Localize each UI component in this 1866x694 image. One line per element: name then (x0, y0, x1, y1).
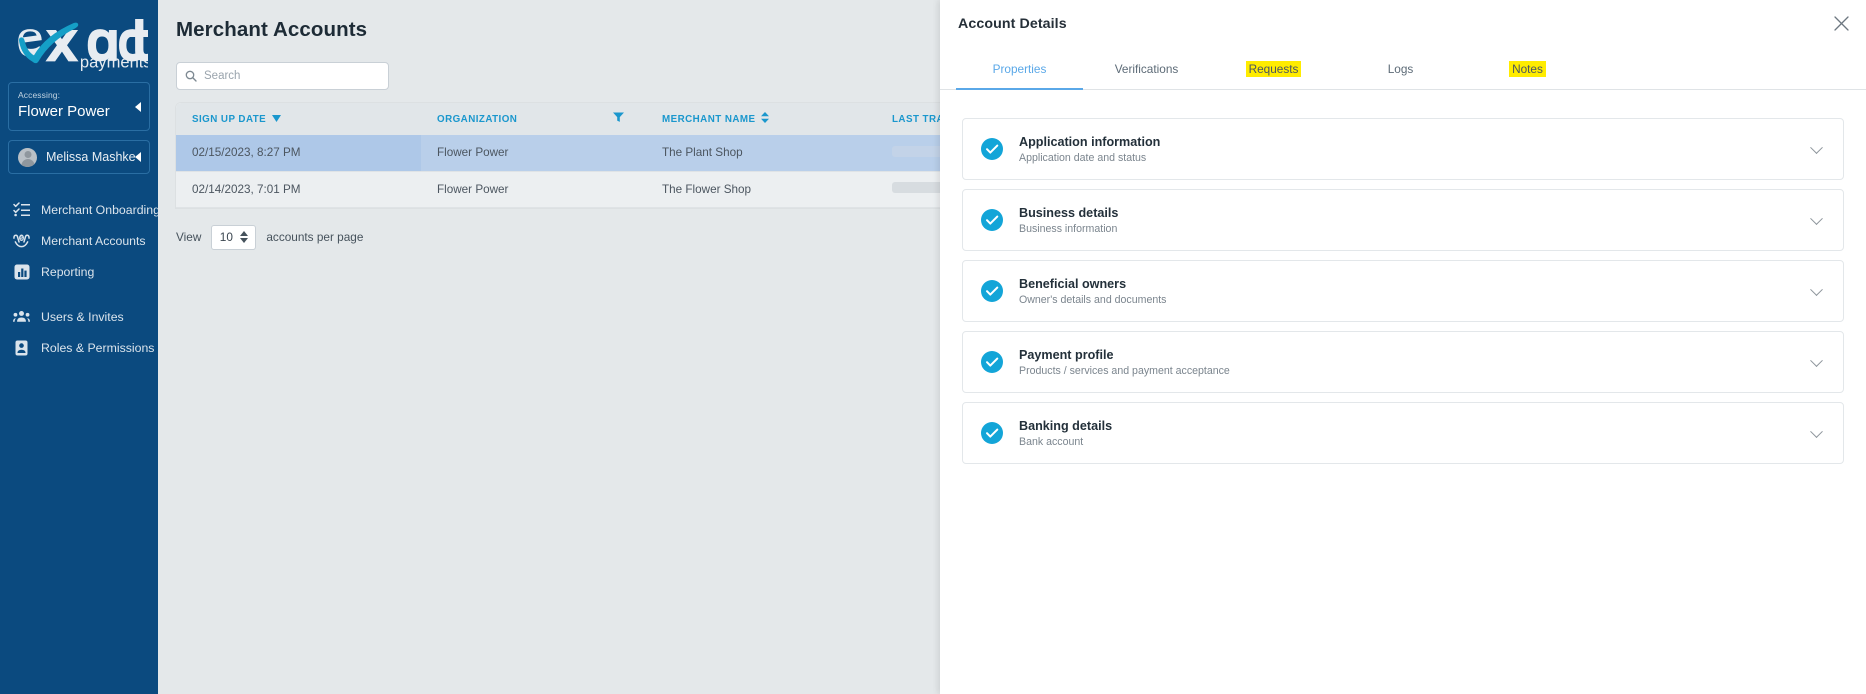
svg-text:$: $ (20, 236, 23, 242)
sidebar-item-label: Reporting (41, 264, 95, 279)
sidebar-item-label: Users & Invites (41, 309, 124, 324)
tab-notes[interactable]: Notes (1464, 48, 1591, 89)
users-icon (13, 308, 30, 325)
accordion-item-banking-details[interactable]: Banking details Bank account (962, 402, 1844, 464)
sidebar-item-reporting[interactable]: Reporting (0, 256, 158, 287)
accordion-title: Business details (1019, 205, 1119, 220)
user-menu[interactable]: Melissa Mashke (8, 140, 150, 174)
stepper-up-icon[interactable] (239, 231, 248, 236)
checklist-icon (13, 201, 30, 218)
properties-accordion: Application information Application date… (940, 90, 1866, 464)
account-details-drawer: Account Details Properties Verifications… (940, 0, 1866, 694)
brand-logo[interactable]: payments (0, 0, 158, 78)
accordion-title: Banking details (1019, 418, 1113, 433)
accordion-subtitle: Application date and status (1019, 151, 1147, 164)
drawer-header: Account Details (940, 0, 1866, 48)
tab-label: Requests (1245, 61, 1302, 77)
search-input[interactable] (204, 70, 380, 82)
tab-verifications[interactable]: Verifications (1083, 48, 1210, 89)
drawer-tabs: Properties Verifications Requests Logs N… (940, 48, 1866, 90)
sidebar-item-merchant-onboarding[interactable]: Merchant Onboarding (0, 194, 160, 225)
accessing-label: Accessing: (18, 90, 61, 100)
column-header-organization[interactable]: ORGANIZATION (421, 103, 646, 135)
sidebar-item-merchant-accounts[interactable]: $ Merchant Accounts (0, 225, 158, 256)
filter-icon[interactable] (613, 112, 624, 126)
user-avatar-icon (18, 147, 37, 167)
accordion-subtitle: Business information (1019, 222, 1118, 235)
pager-prefix-label: View (176, 230, 202, 244)
exact-payments-logo: payments (18, 19, 148, 71)
sidebar-item-users-invites[interactable]: Users & Invites (0, 301, 158, 332)
check-circle-icon (981, 422, 1003, 444)
check-circle-icon (981, 280, 1003, 302)
app-root: payments Accessing: Flower Power Melissa… (0, 0, 1866, 694)
cell-organization: Flower Power (421, 171, 646, 208)
accordion-item-application-information[interactable]: Application information Application date… (962, 118, 1844, 180)
caret-left-icon (135, 152, 141, 162)
svg-text:payments: payments (80, 53, 148, 71)
cell-sign-up-date: 02/15/2023, 8:27 PM (176, 135, 421, 172)
chevron-down-icon[interactable] (1810, 283, 1823, 297)
cell-merchant-name: The Plant Shop (646, 135, 876, 172)
nav-divider-gap (0, 287, 158, 301)
column-label: ORGANIZATION (437, 113, 518, 125)
page-size-value: 10 (219, 230, 233, 244)
chevron-down-icon[interactable] (1810, 141, 1823, 155)
column-header-sign-up-date[interactable]: SIGN UP DATE (176, 103, 421, 135)
cell-organization: Flower Power (421, 135, 646, 172)
pager-suffix-label: accounts per page (266, 230, 364, 244)
accordion-item-business-details[interactable]: Business details Business information (962, 189, 1844, 251)
tab-label: Notes (1509, 61, 1546, 77)
drawer-title: Account Details (958, 16, 1067, 32)
caret-left-icon (135, 101, 141, 112)
tabs-spacer (1591, 48, 1866, 89)
accordion-subtitle: Bank account (1019, 435, 1084, 448)
check-circle-icon (981, 351, 1003, 373)
tab-label: Logs (1387, 62, 1414, 76)
sidebar-nav: Merchant Onboarding $ Merchant Accounts (0, 194, 160, 363)
bar-chart-icon (13, 263, 30, 280)
tab-label: Verifications (1114, 62, 1179, 76)
organization-switcher[interactable]: Accessing: Flower Power (8, 82, 150, 131)
column-label: SIGN UP DATE (192, 113, 267, 125)
cell-merchant-name: The Flower Shop (646, 171, 876, 208)
sort-both-icon[interactable] (761, 112, 770, 126)
accordion-title: Payment profile (1019, 347, 1114, 362)
stepper-arrows-icon[interactable] (239, 231, 248, 243)
stepper-down-icon[interactable] (239, 238, 248, 243)
tab-logs[interactable]: Logs (1337, 48, 1464, 89)
chevron-down-icon[interactable] (1810, 354, 1823, 368)
accordion-subtitle: Products / services and payment acceptan… (1019, 364, 1230, 377)
sort-desc-icon[interactable] (272, 114, 282, 125)
column-label: MERCHANT NAME (662, 113, 756, 125)
sidebar-item-label: Roles & Permissions (41, 340, 155, 355)
check-circle-icon (981, 209, 1003, 231)
column-header-merchant-name[interactable]: MERCHANT NAME (646, 103, 876, 135)
search-icon (185, 70, 197, 82)
chevron-down-icon[interactable] (1810, 212, 1823, 226)
hands-money-icon: $ (13, 232, 30, 249)
sidebar-item-label: Merchant Accounts (41, 233, 146, 248)
tab-requests[interactable]: Requests (1210, 48, 1337, 89)
user-name: Melissa Mashke (46, 150, 136, 164)
id-badge-icon (13, 339, 30, 356)
cell-sign-up-date: 02/14/2023, 7:01 PM (176, 171, 421, 208)
tab-label: Properties (992, 62, 1047, 76)
accessing-value: Flower Power (18, 103, 110, 120)
page-size-stepper[interactable]: 10 (211, 224, 257, 250)
accordion-item-payment-profile[interactable]: Payment profile Products / services and … (962, 331, 1844, 393)
sidebar: payments Accessing: Flower Power Melissa… (0, 0, 160, 694)
accordion-subtitle: Owner's details and documents (1019, 293, 1167, 306)
sidebar-item-label: Merchant Onboarding (41, 202, 160, 217)
accordion-title: Beneficial owners (1019, 276, 1127, 291)
close-icon[interactable] (1830, 12, 1852, 34)
check-circle-icon (981, 138, 1003, 160)
search-box[interactable] (176, 62, 389, 90)
accordion-title: Application information (1019, 134, 1161, 149)
accordion-item-beneficial-owners[interactable]: Beneficial owners Owner's details and do… (962, 260, 1844, 322)
sidebar-item-roles-permissions[interactable]: Roles & Permissions (0, 332, 158, 363)
chevron-down-icon[interactable] (1810, 425, 1823, 439)
tab-properties[interactable]: Properties (956, 48, 1083, 90)
